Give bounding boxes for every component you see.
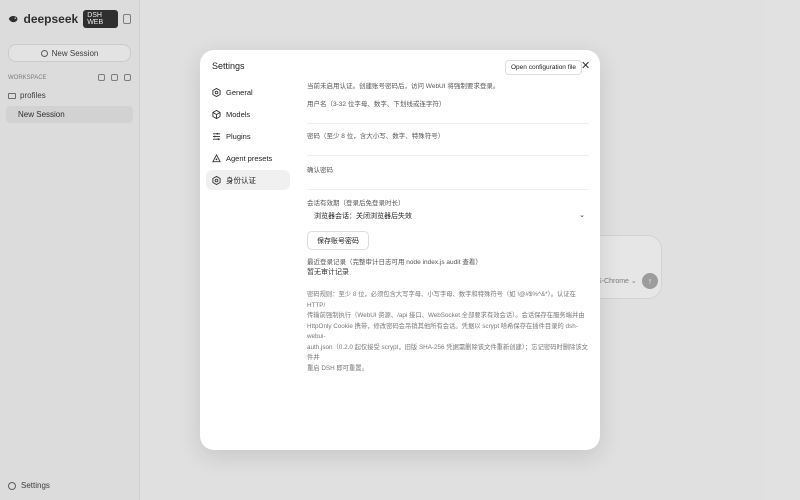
- username-input[interactable]: [307, 108, 589, 124]
- rules-line: auth.json（0.2.0 起仅接受 scrypt，旧版 SHA-256 凭…: [307, 343, 588, 362]
- recycle-icon: [212, 153, 221, 162]
- auth-settings-panel: 当前未启用认证。创建账号密码后，访问 WebUI 将强制要求登录。 用户名（3-…: [307, 78, 589, 444]
- settings-nav: General Models Plugins Agent presets 身份认…: [206, 82, 290, 192]
- chevron-down-icon: ⌄: [579, 212, 585, 219]
- rules-line: HttpOnly Cookie 携带，修改密码会吊销其他所有会话。凭据以 scr…: [307, 322, 578, 341]
- nav-item-models[interactable]: Models: [206, 104, 290, 124]
- rules-line: 密码规则：至少 8 位，必须包含大写字母、小写字母、数字和特殊符号（如 !@#$…: [307, 291, 576, 309]
- username-label: 用户名（3-32 位字母、数字、下划线或连字符）: [307, 101, 446, 108]
- confirm-password-input[interactable]: [307, 174, 589, 190]
- password-rules-text: 密码规则：至少 8 位，必须包含大写字母、小写字母、数字和特殊符号（如 !@#$…: [307, 290, 589, 374]
- nav-item-auth[interactable]: 身份认证: [206, 170, 290, 190]
- sliders-icon: [212, 132, 221, 140]
- nav-label: 身份认证: [226, 175, 256, 185]
- password-input[interactable]: [307, 140, 589, 156]
- audit-empty-text: 暂无审计记录: [307, 269, 349, 276]
- nav-item-agent-presets[interactable]: Agent presets: [206, 148, 290, 168]
- hexagon-gear-icon: [212, 87, 221, 97]
- auth-status-note: 当前未启用认证。创建账号密码后，访问 WebUI 将强制要求登录。: [307, 83, 500, 90]
- nav-item-plugins[interactable]: Plugins: [206, 126, 290, 146]
- cube-icon: [212, 109, 221, 119]
- rules-line: 重启 DSH 即可重置。: [307, 364, 368, 372]
- password-label: 密码（至少 8 位，含大小写、数字、特殊符号）: [307, 133, 445, 140]
- nav-label: General: [226, 87, 253, 97]
- hexagon-gear-icon: [212, 175, 221, 185]
- rules-line: 传输前强制执行（WebUI 资源、/api 接口、WebSocket 全部要求有…: [307, 312, 585, 319]
- session-duration-value: 浏览器会话：关闭浏览器后失效: [314, 213, 412, 220]
- settings-modal: Settings Open configuration file ✕ Gener…: [200, 50, 600, 450]
- confirm-password-label: 确认密码: [307, 167, 333, 174]
- close-icon[interactable]: ✕: [581, 61, 590, 72]
- nav-label: Agent presets: [226, 153, 273, 163]
- nav-label: Models: [226, 109, 251, 119]
- session-duration-label: 会话有效期（登录后免登录时长）: [307, 200, 405, 207]
- nav-item-general[interactable]: General: [206, 82, 290, 102]
- open-config-button[interactable]: Open configuration file: [505, 60, 583, 75]
- save-credentials-button[interactable]: 保存账号密码: [307, 231, 369, 250]
- session-duration-select[interactable]: 浏览器会话：关闭浏览器后失效 ⌄: [307, 208, 589, 224]
- audit-log-label: 最近登录记录（完整审计日志可用 node index.js audit 查看）: [307, 259, 482, 266]
- modal-title: Settings: [212, 61, 245, 71]
- nav-label: Plugins: [226, 131, 251, 141]
